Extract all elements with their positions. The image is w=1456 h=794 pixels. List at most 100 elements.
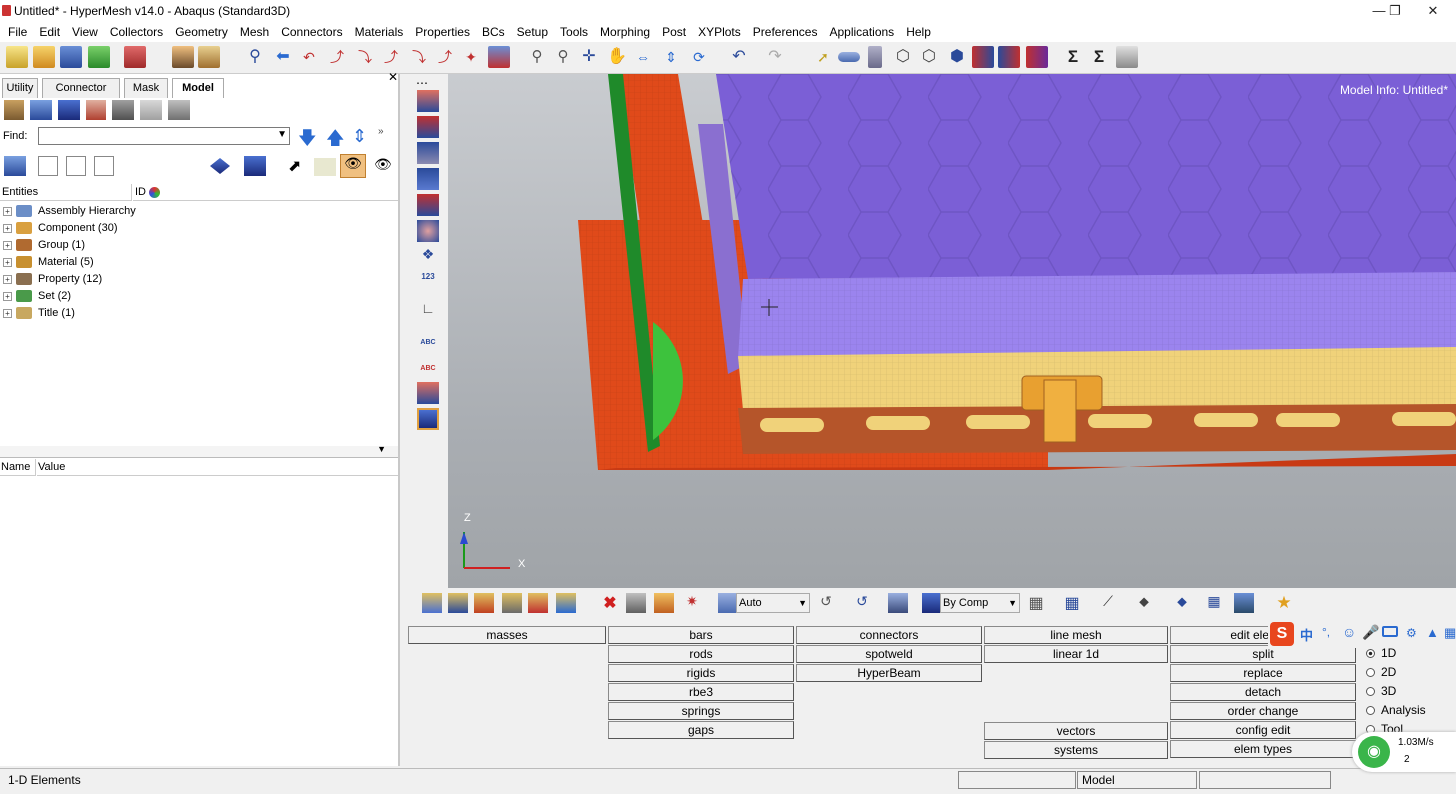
radio-3d[interactable]: 3D [1366, 684, 1396, 698]
menu-collectors[interactable]: Collectors [104, 22, 169, 42]
star-icon[interactable]: ★ [1274, 593, 1294, 613]
replace-button[interactable]: replace [1170, 664, 1356, 682]
rigids-button[interactable]: rigids [608, 664, 794, 682]
ime-skin-icon[interactable]: ⚙ [1406, 626, 1417, 640]
ime-grid-icon[interactable]: ▦ [1444, 625, 1456, 641]
vtool-123-icon[interactable]: 123 [417, 272, 439, 294]
measure-icon[interactable]: ➚ [812, 46, 834, 68]
cylinder-icon[interactable] [868, 46, 882, 68]
vtool-abc2-icon[interactable]: ABC [417, 354, 439, 376]
view-front-icon[interactable]: ⤵ [408, 46, 430, 68]
menu-tools[interactable]: Tools [554, 22, 594, 42]
tree-icon-1[interactable] [38, 156, 58, 176]
shaded-mesh-icon[interactable]: ▦ [1062, 593, 1082, 613]
tree-item-group[interactable]: + Group (1) [0, 237, 85, 254]
display-icon[interactable] [4, 156, 26, 176]
menu-applications[interactable]: Applications [823, 22, 900, 42]
bt-6-icon[interactable] [556, 593, 576, 613]
iso-icon[interactable] [244, 156, 266, 176]
menu-connectors[interactable]: Connectors [275, 22, 348, 42]
browser-icon-4[interactable] [86, 100, 106, 120]
bt-9-icon[interactable]: ✷ [682, 593, 702, 613]
ime-shirt-icon[interactable]: ▲ [1426, 625, 1439, 640]
view-xy-icon[interactable]: ⤴ [380, 46, 402, 68]
grid-icon[interactable]: ▦ [1204, 593, 1224, 613]
folder-icon[interactable] [198, 46, 220, 68]
view-custom-icon[interactable] [488, 46, 510, 68]
expand-plus-icon[interactable]: + [3, 240, 12, 250]
vtool-7-icon[interactable]: ❖ [417, 246, 439, 268]
view-yz-icon[interactable]: ⤵ [354, 46, 376, 68]
vtool-2-icon[interactable] [417, 116, 439, 138]
dropdown-arrow-icon[interactable]: ▼ [277, 129, 287, 140]
line-icon[interactable]: ⟋ [1098, 593, 1118, 613]
browser-icon-6[interactable] [140, 100, 162, 120]
bt-4-icon[interactable] [502, 593, 522, 613]
connectors-button[interactable]: connectors [796, 626, 982, 644]
user-icon[interactable] [172, 46, 194, 68]
tab-utility[interactable]: Utility [2, 78, 38, 98]
view-iso-icon[interactable]: ✦ [460, 46, 482, 68]
blank-icon[interactable] [314, 158, 336, 176]
splitter-arrow-icon[interactable]: ▼ [377, 444, 386, 454]
expand-plus-icon[interactable]: + [3, 308, 12, 318]
rods-button[interactable]: rods [608, 645, 794, 663]
menu-help[interactable]: Help [900, 22, 937, 42]
vtool-4-icon[interactable] [417, 168, 439, 190]
entities-header[interactable]: Entities [0, 184, 132, 201]
redo-icon[interactable]: ↷ [764, 46, 786, 68]
vtool-6-icon[interactable] [417, 220, 439, 242]
import-icon[interactable] [88, 46, 110, 68]
undo-icon[interactable]: ↶ [728, 46, 750, 68]
contour-icon[interactable] [972, 46, 994, 68]
browser-icon-7[interactable] [168, 100, 190, 120]
status-model[interactable]: Model [1077, 771, 1197, 789]
bt-2-icon[interactable] [448, 593, 468, 613]
auto-select[interactable]: Auto ▼ [736, 593, 810, 613]
rotate-icon[interactable]: ⟳ [688, 46, 710, 68]
arrow-updown-icon[interactable]: ⇕ [352, 126, 367, 147]
elem-types-button[interactable]: elem types [1170, 740, 1356, 758]
vtool-abc-icon[interactable]: ABC [417, 328, 439, 350]
open-icon[interactable] [33, 46, 55, 68]
expand-plus-icon[interactable]: + [3, 257, 12, 267]
browser-icon-1[interactable] [4, 100, 24, 120]
bt-11-icon[interactable]: ↺ [852, 593, 872, 613]
vectors-button[interactable]: vectors [984, 722, 1168, 740]
radio-1d[interactable]: 1D [1366, 646, 1396, 660]
expand-plus-icon[interactable]: + [3, 274, 12, 284]
plane-icon[interactable]: ⬥ [1134, 593, 1154, 613]
browser-icon-3[interactable] [58, 100, 80, 120]
ime-mic-icon[interactable]: 🎤 [1362, 624, 1379, 641]
view-xz-icon[interactable]: ⤴ [326, 46, 348, 68]
expand-icon[interactable]: » [378, 126, 384, 137]
value-header[interactable]: Value [37, 459, 398, 476]
ime-keyboard-icon[interactable] [1382, 626, 1398, 637]
ime-logo-icon[interactable]: S [1270, 622, 1294, 646]
bycomp-icon[interactable] [922, 593, 942, 613]
tree-icon-3[interactable] [94, 156, 114, 176]
menu-setup[interactable]: Setup [511, 22, 554, 42]
bt-7-icon[interactable] [626, 593, 646, 613]
zoom-icon[interactable]: ⚲ [244, 46, 266, 68]
sum-plus-icon[interactable]: Σ [1088, 46, 1110, 68]
zoom-in-icon[interactable]: ⚲ [526, 46, 548, 68]
bt-3-icon[interactable] [474, 593, 494, 613]
pill-icon[interactable] [838, 52, 860, 62]
menu-morphing[interactable]: Morphing [594, 22, 656, 42]
line-mesh-button[interactable]: line mesh [984, 626, 1168, 644]
zoom-out-icon[interactable]: ⚲ [552, 46, 574, 68]
gaps-button[interactable]: gaps [608, 721, 794, 739]
menu-view[interactable]: View [66, 22, 104, 42]
radio-2d[interactable]: 2D [1366, 665, 1396, 679]
id-header[interactable]: ID [133, 184, 398, 201]
view-back-icon[interactable]: ⤴ [434, 46, 456, 68]
cube-shaded-icon[interactable]: ⬢ [946, 46, 968, 68]
expand-plus-icon[interactable]: + [3, 206, 12, 216]
eye-icon[interactable]: 👁 [374, 156, 392, 173]
menu-mesh[interactable]: Mesh [234, 22, 275, 42]
new-icon[interactable] [6, 46, 28, 68]
result-icon[interactable] [1026, 46, 1048, 68]
menu-materials[interactable]: Materials [349, 22, 410, 42]
menu-xyplots[interactable]: XYPlots [692, 22, 747, 42]
